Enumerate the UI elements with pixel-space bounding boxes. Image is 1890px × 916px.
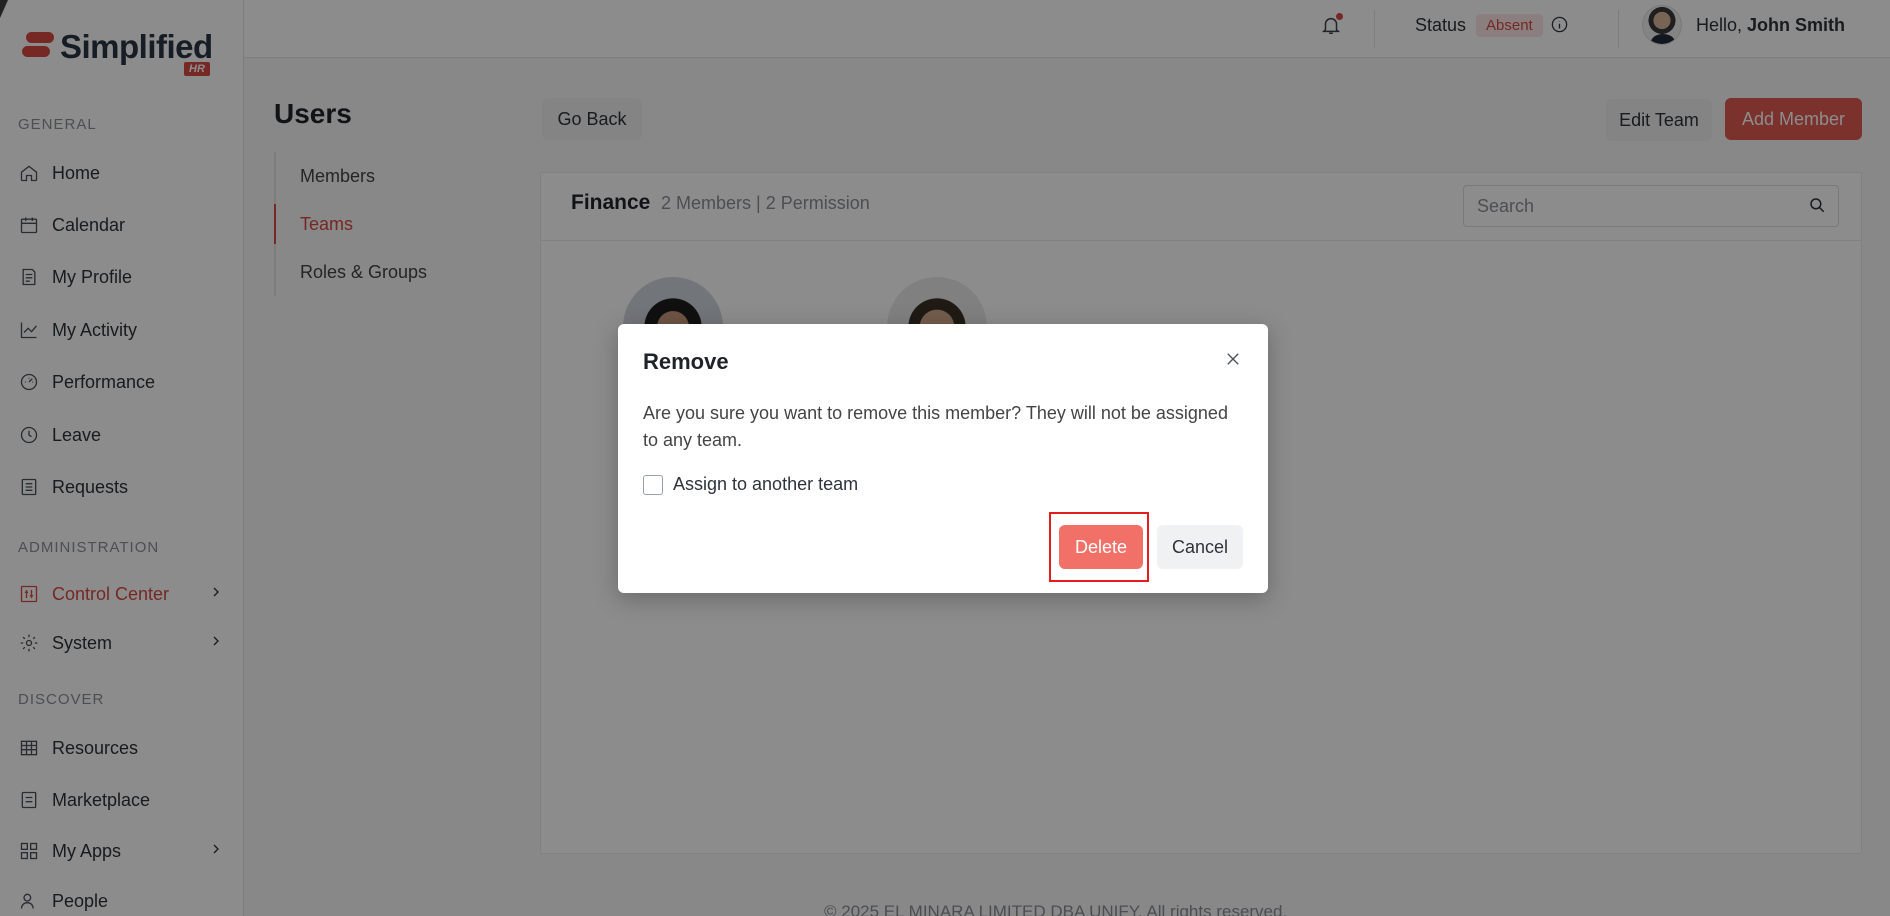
modal-message: Are you sure you want to remove this mem… (643, 403, 1228, 450)
assign-team-checkbox[interactable] (643, 474, 663, 495)
modal-title: Remove (643, 349, 729, 374)
cancel-button[interactable]: Cancel (1157, 525, 1243, 569)
close-icon[interactable] (1224, 350, 1246, 372)
delete-button[interactable]: Delete (1059, 525, 1143, 569)
assign-team-option[interactable]: Assign to another team (643, 474, 858, 495)
remove-member-modal: Remove Are you sure you want to remove t… (618, 324, 1268, 593)
mouse-cursor-icon (0, 0, 8, 18)
assign-team-label[interactable]: Assign to another team (673, 474, 858, 495)
